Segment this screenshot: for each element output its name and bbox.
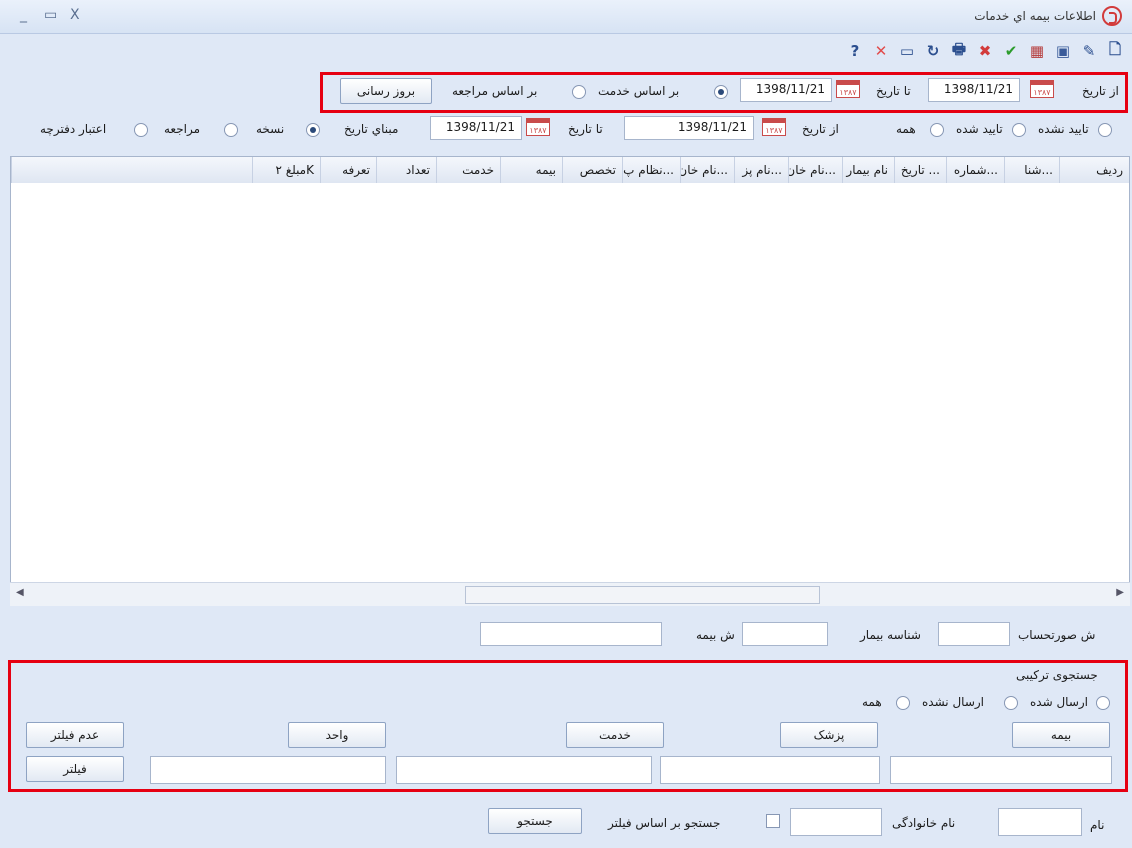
filter-button[interactable]: فیلتر xyxy=(26,756,124,782)
insurance-filter-input[interactable] xyxy=(890,756,1112,784)
date-basis-label: مبناي تاریخ xyxy=(344,122,399,136)
radio-by-visit[interactable] xyxy=(572,85,586,99)
first-name-input[interactable] xyxy=(998,808,1082,836)
column-header[interactable]: شماره... xyxy=(946,157,1004,183)
grid-icon[interactable]: ▦ xyxy=(1026,40,1048,62)
from-date-label: از تاریخ xyxy=(1082,84,1119,98)
to-date-input[interactable]: 1398/11/21 xyxy=(740,78,832,102)
calendar-icon[interactable]: ۱۳۸۷ xyxy=(836,80,860,98)
from-date-label-2: از تاریخ xyxy=(802,122,839,136)
help-icon[interactable]: ? xyxy=(844,40,866,62)
unit-filter-button[interactable]: واحد xyxy=(288,722,386,748)
first-name-label: نام xyxy=(1090,818,1105,832)
radio-by-service[interactable] xyxy=(714,85,728,99)
close-icon[interactable]: ✕ xyxy=(870,40,892,62)
column-header[interactable]: نام پز... xyxy=(734,157,788,183)
doctor-filter-input[interactable] xyxy=(660,756,880,784)
to-date-label-2: تا تاریخ xyxy=(568,122,603,136)
radio-not-sent-label: ارسال نشده xyxy=(922,695,985,709)
app-icon xyxy=(1102,6,1122,26)
radio-all-sent[interactable] xyxy=(896,696,910,710)
radio-prescription-label: نسخه xyxy=(256,122,285,136)
service-filter-input[interactable] xyxy=(396,756,652,784)
confirm-icon[interactable]: ✔ xyxy=(1000,40,1022,62)
print-icon[interactable]: 🖶 xyxy=(948,40,970,62)
radio-visit-basis-label: مراجعه xyxy=(164,122,201,136)
update-button[interactable]: بروز رسانی xyxy=(340,78,432,104)
insurance-number-input[interactable] xyxy=(480,622,662,646)
combined-search-title: جستجوی ترکیبی xyxy=(1016,668,1098,682)
radio-unconfirmed-label: تایید نشده xyxy=(1038,122,1089,136)
radio-all-sent-label: همه xyxy=(862,695,882,709)
radio-ledger[interactable] xyxy=(134,123,148,137)
horizontal-scrollbar[interactable]: ◀ ▶ xyxy=(10,582,1130,606)
column-header[interactable]: تعداد xyxy=(376,157,436,183)
radio-confirmed-label: تایید شده xyxy=(956,122,1003,136)
minimize-button[interactable]: _ xyxy=(20,7,27,23)
family-name-input[interactable] xyxy=(790,808,882,836)
invoice-number-label: ش صورتحساب xyxy=(1018,628,1096,642)
column-header[interactable]: تخصص xyxy=(562,157,622,183)
family-name-label: نام خانوادگی xyxy=(892,816,956,830)
save-icon[interactable]: ▭ xyxy=(896,40,918,62)
filter-search-label: جستجو بر اساس فیلتر xyxy=(608,816,721,830)
invoice-number-input[interactable] xyxy=(938,622,1010,646)
column-header[interactable]: تاریخ ... xyxy=(894,157,946,183)
no-filter-button[interactable]: عدم فیلتر xyxy=(26,722,124,748)
radio-by-visit-label: بر اساس مراجعه xyxy=(452,84,538,98)
column-header[interactable]: بیمه xyxy=(500,157,562,183)
maximize-button[interactable]: ▭ xyxy=(44,7,57,23)
column-header[interactable]: نام خان... xyxy=(788,157,842,183)
radio-confirmed[interactable] xyxy=(1012,123,1026,137)
filter-search-checkbox[interactable] xyxy=(766,814,780,828)
close-window-button[interactable]: X xyxy=(70,7,80,23)
patient-id-input[interactable] xyxy=(742,622,828,646)
edit-icon[interactable]: ✎ xyxy=(1078,40,1100,62)
radio-all-label: همه xyxy=(896,122,916,136)
column-header[interactable]: نام خان... xyxy=(680,157,734,183)
radio-not-sent[interactable] xyxy=(1004,696,1018,710)
toolbar: 🗋 ✎ ▣ ▦ ✔ ✖ 🖶 ↻ ▭ ✕? xyxy=(0,34,1132,70)
column-header[interactable]: نظام پ... xyxy=(622,157,680,183)
scroll-left-icon[interactable]: ◀ xyxy=(16,587,24,598)
window-title: اطلاعات بیمه اي خدمات xyxy=(974,9,1096,23)
to-date-input-2[interactable]: 1398/11/21 xyxy=(430,116,522,140)
radio-unconfirmed[interactable] xyxy=(1098,123,1112,137)
service-filter-button[interactable]: خدمت xyxy=(566,722,664,748)
radio-sent[interactable] xyxy=(1096,696,1110,710)
column-header[interactable]: مبلغ ۲K xyxy=(252,157,320,183)
search-button[interactable]: جستجو xyxy=(488,808,582,834)
preview-icon[interactable]: ▣ xyxy=(1052,40,1074,62)
scroll-thumb[interactable] xyxy=(465,586,820,604)
from-date-input-2[interactable]: 1398/11/21 xyxy=(624,116,754,140)
column-header[interactable]: تعرفه xyxy=(320,157,376,183)
column-header[interactable]: شنا... xyxy=(1004,157,1059,183)
doctor-filter-button[interactable]: پزشک xyxy=(780,722,878,748)
radio-visit-basis[interactable] xyxy=(224,123,238,137)
insurance-filter-button[interactable]: بیمه xyxy=(1012,722,1110,748)
unit-filter-input[interactable] xyxy=(150,756,386,784)
radio-sent-label: ارسال شده xyxy=(1030,695,1089,709)
calendar-icon[interactable]: ۱۳۸۷ xyxy=(1030,80,1054,98)
column-header[interactable]: نام بیمار xyxy=(842,157,894,183)
to-date-label: تا تاریخ xyxy=(876,84,911,98)
radio-ledger-label: اعتبار دفترچه xyxy=(40,122,107,136)
radio-prescription[interactable] xyxy=(306,123,320,137)
column-header[interactable]: ردیف xyxy=(1059,157,1129,183)
radio-all[interactable] xyxy=(930,123,944,137)
radio-by-service-label: بر اساس خدمت xyxy=(598,84,680,98)
refresh-icon[interactable]: ↻ xyxy=(922,40,944,62)
insurance-number-label: ش بیمه xyxy=(696,628,735,642)
title-bar: اطلاعات بیمه اي خدمات _ ▭ X xyxy=(0,0,1132,34)
data-grid[interactable]: ردیف شنا... شماره... تاریخ ... نام بیمار نام … xyxy=(10,156,1130,606)
patient-id-label: شناسه بیمار xyxy=(860,628,921,642)
calendar-icon[interactable]: ۱۳۸۷ xyxy=(762,118,786,136)
scroll-right-icon[interactable]: ▶ xyxy=(1116,587,1124,598)
new-icon[interactable]: 🗋 xyxy=(1104,40,1126,62)
calendar-icon[interactable]: ۱۳۸۷ xyxy=(526,118,550,136)
delete-icon[interactable]: ✖ xyxy=(974,40,996,62)
from-date-input[interactable]: 1398/11/21 xyxy=(928,78,1020,102)
column-header-filler xyxy=(11,157,252,183)
column-header[interactable]: خدمت xyxy=(436,157,500,183)
